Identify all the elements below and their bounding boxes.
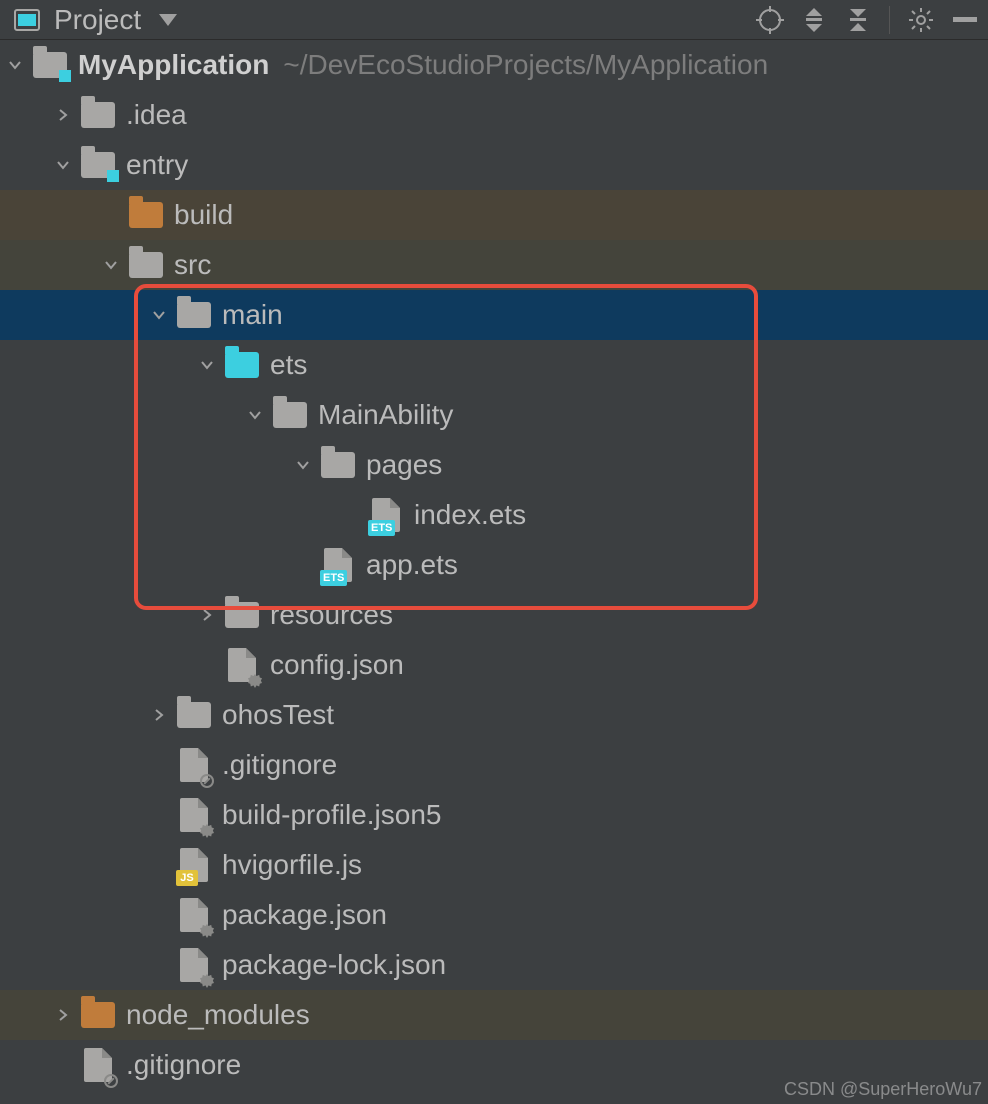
tree-item-mainability[interactable]: MainAbility <box>0 390 988 440</box>
folder-gray-icon <box>272 397 308 433</box>
tree-item-label: package.json <box>222 899 387 931</box>
chevron-right-icon[interactable] <box>52 1004 74 1026</box>
arrow-placeholder <box>340 504 362 526</box>
file-js-icon: JS <box>176 847 212 883</box>
tree-item-label: MainAbility <box>318 399 453 431</box>
chevron-down-icon[interactable] <box>148 304 170 326</box>
folder-gray-icon <box>176 297 212 333</box>
tree-item-pages[interactable]: pages <box>0 440 988 490</box>
locate-icon[interactable] <box>753 3 787 37</box>
file-forbid-icon <box>176 747 212 783</box>
folder-module-icon <box>32 47 68 83</box>
tree-item-resources[interactable]: resources <box>0 590 988 640</box>
chevron-down-icon[interactable] <box>100 254 122 276</box>
tree-item-hvigor[interactable]: JS hvigorfile.js <box>0 840 988 890</box>
tree-item-label: entry <box>126 149 188 181</box>
tree-item-pkg[interactable]: package.json <box>0 890 988 940</box>
root-path: ~/DevEcoStudioProjects/MyApplication <box>283 49 768 81</box>
tree-item-label: build <box>174 199 233 231</box>
folder-blue-icon <box>224 347 260 383</box>
tree-item-label: ohosTest <box>222 699 334 731</box>
arrow-placeholder <box>100 204 122 226</box>
project-tree: MyApplication ~/DevEcoStudioProjects/MyA… <box>0 40 988 1090</box>
tree-item-index-ets[interactable]: ETS index.ets <box>0 490 988 540</box>
expand-all-icon[interactable] <box>797 3 831 37</box>
tree-item-entry[interactable]: entry <box>0 140 988 190</box>
tree-item-gitignore1[interactable]: .gitignore <box>0 740 988 790</box>
folder-gray-icon <box>176 697 212 733</box>
file-gear-icon <box>176 947 212 983</box>
file-forbid-icon <box>80 1047 116 1083</box>
folder-orange-icon <box>80 997 116 1033</box>
folder-module-icon <box>80 147 116 183</box>
tree-item-label: ets <box>270 349 307 381</box>
chevron-down-icon[interactable] <box>52 154 74 176</box>
arrow-placeholder <box>148 854 170 876</box>
tree-item-label: build-profile.json5 <box>222 799 441 831</box>
chevron-right-icon[interactable] <box>196 604 218 626</box>
file-gear-icon <box>176 897 212 933</box>
tree-item-ets[interactable]: ets <box>0 340 988 390</box>
file-gear-icon <box>224 647 260 683</box>
tree-item-label: config.json <box>270 649 404 681</box>
tree-item-label: node_modules <box>126 999 310 1031</box>
hide-icon[interactable] <box>948 3 982 37</box>
folder-orange-icon <box>128 197 164 233</box>
chevron-down-icon[interactable] <box>196 354 218 376</box>
arrow-placeholder <box>148 904 170 926</box>
tree-item-label: src <box>174 249 211 281</box>
tree-item-label: index.ets <box>414 499 526 531</box>
tree-item-gitignore2[interactable]: .gitignore <box>0 1040 988 1090</box>
tree-item-config-json[interactable]: config.json <box>0 640 988 690</box>
file-gear-icon <box>176 797 212 833</box>
arrow-placeholder <box>52 1054 74 1076</box>
tree-item-label: .idea <box>126 99 187 131</box>
tree-item-label: hvigorfile.js <box>222 849 362 881</box>
tree-item-idea[interactable]: .idea <box>0 90 988 140</box>
arrow-placeholder <box>196 654 218 676</box>
tree-item-nodemods[interactable]: node_modules <box>0 990 988 1040</box>
tree-item-label: .gitignore <box>126 1049 241 1081</box>
folder-gray-icon <box>224 597 260 633</box>
tree-item-label: .gitignore <box>222 749 337 781</box>
tree-item-label: pages <box>366 449 442 481</box>
chevron-down-icon[interactable] <box>244 404 266 426</box>
arrow-placeholder <box>292 554 314 576</box>
view-dropdown-icon[interactable] <box>151 3 185 37</box>
folder-gray-icon <box>320 447 356 483</box>
chevron-down-icon[interactable] <box>292 454 314 476</box>
toolbar-separator <box>889 6 890 34</box>
tree-root[interactable]: MyApplication ~/DevEcoStudioProjects/MyA… <box>0 40 988 90</box>
tree-item-label: main <box>222 299 283 331</box>
chevron-right-icon[interactable] <box>52 104 74 126</box>
tree-item-label: resources <box>270 599 393 631</box>
chevron-down-icon[interactable] <box>4 54 26 76</box>
view-label[interactable]: Project <box>54 4 141 36</box>
chevron-right-icon[interactable] <box>148 704 170 726</box>
tree-item-ohostest[interactable]: ohosTest <box>0 690 988 740</box>
tree-item-label: app.ets <box>366 549 458 581</box>
arrow-placeholder <box>148 804 170 826</box>
tree-item-build[interactable]: build <box>0 190 988 240</box>
tree-item-src[interactable]: src <box>0 240 988 290</box>
arrow-placeholder <box>148 754 170 776</box>
gear-icon[interactable] <box>904 3 938 37</box>
arrow-placeholder <box>148 954 170 976</box>
project-toolbar: Project <box>0 0 988 40</box>
tree-item-buildprofile[interactable]: build-profile.json5 <box>0 790 988 840</box>
tree-item-pkglock[interactable]: package-lock.json <box>0 940 988 990</box>
file-ets-icon: ETS <box>320 547 356 583</box>
folder-gray-icon <box>128 247 164 283</box>
tree-item-main[interactable]: main <box>0 290 988 340</box>
root-name: MyApplication <box>78 49 269 81</box>
tree-item-label: package-lock.json <box>222 949 446 981</box>
file-ets-icon: ETS <box>368 497 404 533</box>
folder-gray-icon <box>80 97 116 133</box>
tree-item-app-ets[interactable]: ETS app.ets <box>0 540 988 590</box>
project-window-icon <box>10 3 44 37</box>
collapse-all-icon[interactable] <box>841 3 875 37</box>
